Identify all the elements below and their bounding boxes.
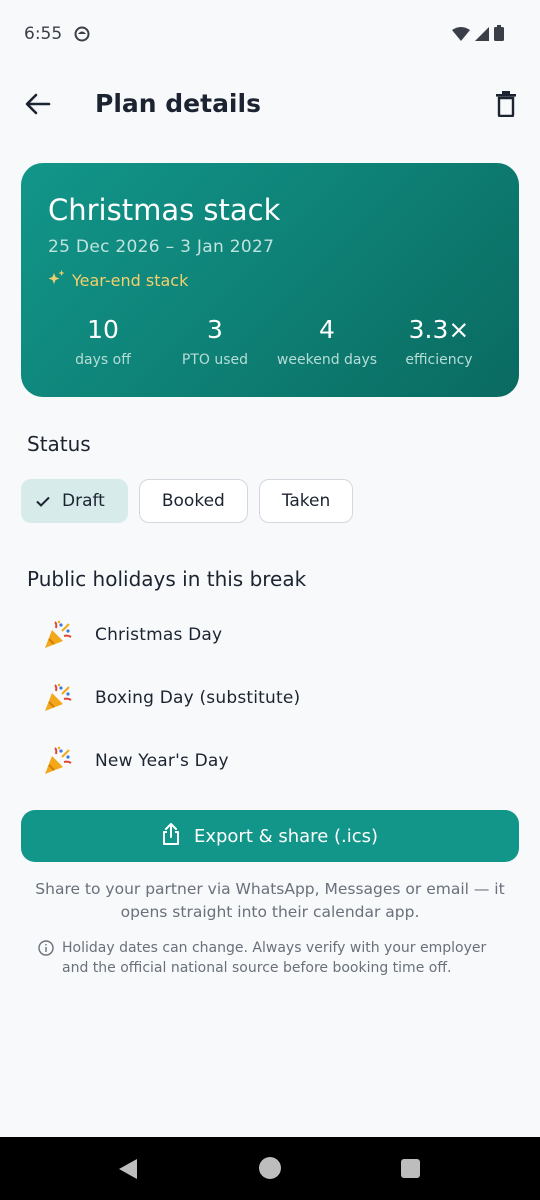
chip-label: Taken — [281, 491, 331, 511]
holidays-heading: Public holidays in this break — [27, 567, 307, 591]
stat-value: 3.3× — [408, 315, 470, 344]
disclaimer-text: Holiday dates can change. Always verify … — [62, 940, 487, 976]
share-note: Share to your partner via WhatsApp, Mess… — [35, 880, 505, 921]
stat-efficiency: 3.3× efficiency — [383, 315, 495, 368]
chip-label: Booked — [161, 491, 225, 511]
stat-label: efficiency — [405, 352, 473, 368]
notification-face-icon — [74, 26, 90, 46]
battery-icon — [494, 25, 504, 45]
export-button-label: Export & share (.ics) — [193, 825, 379, 847]
status-chip-taken[interactable]: Taken — [258, 479, 354, 523]
status-chip-group: Draft Booked Taken — [21, 479, 354, 523]
stat-weekend-days: 4 weekend days — [271, 315, 383, 368]
disclaimer: Holiday dates can change. Always verify … — [38, 938, 508, 978]
app-bar: Plan details — [0, 70, 540, 140]
holiday-item: New Year's Day — [42, 741, 229, 781]
delete-button[interactable] — [486, 86, 526, 126]
back-button[interactable] — [18, 88, 58, 124]
party-popper-icon — [42, 619, 74, 651]
sparkle-icon — [48, 270, 66, 290]
holiday-item: Christmas Day — [42, 615, 222, 655]
chip-label: Draft — [62, 491, 105, 511]
arrow-back-icon — [25, 93, 51, 119]
holiday-name: Boxing Day (substitute) — [95, 688, 301, 708]
plan-tag-label: Year-end stack — [72, 270, 189, 290]
status-time: 6:55 — [24, 24, 63, 44]
stat-value: 10 — [87, 315, 119, 344]
signal-icon — [475, 26, 489, 45]
plan-date-range: 25 Dec 2026 – 3 Jan 2027 — [48, 237, 275, 257]
plan-tag: Year-end stack — [48, 270, 188, 290]
stat-days-off: 10 days off — [47, 315, 159, 368]
nav-home-button[interactable] — [259, 1157, 281, 1179]
holiday-name: Christmas Day — [95, 625, 223, 645]
status-icons — [452, 25, 504, 45]
share-icon — [162, 822, 180, 850]
nav-back-button[interactable] — [118, 1158, 138, 1184]
system-nav-bar — [0, 1137, 540, 1200]
stat-pto-used: 3 PTO used — [159, 315, 271, 368]
nav-recents-button[interactable] — [401, 1159, 420, 1178]
export-share-button[interactable]: Export & share (.ics) — [21, 810, 519, 862]
plan-stats: 10 days off 3 PTO used 4 weekend days 3.… — [21, 315, 519, 368]
info-icon — [38, 940, 54, 978]
status-heading: Status — [27, 432, 91, 456]
stat-label: PTO used — [181, 352, 249, 368]
check-icon — [36, 496, 50, 507]
stat-label: weekend days — [276, 352, 378, 368]
stat-value: 3 — [207, 315, 223, 344]
plan-name: Christmas stack — [48, 193, 281, 227]
status-chip-draft[interactable]: Draft — [21, 479, 128, 523]
status-bar: 6:55 — [0, 0, 540, 70]
page-title: Plan details — [95, 89, 261, 118]
party-popper-icon — [42, 682, 74, 714]
wifi-icon — [452, 26, 470, 45]
party-popper-icon — [42, 745, 74, 777]
plan-summary-card: Christmas stack 25 Dec 2026 – 3 Jan 2027… — [21, 163, 519, 397]
stat-label: days off — [75, 352, 131, 368]
holiday-item: Boxing Day (substitute) — [42, 678, 300, 718]
status-chip-booked[interactable]: Booked — [138, 479, 248, 523]
stat-value: 4 — [319, 315, 335, 344]
trash-icon — [496, 91, 516, 121]
holiday-name: New Year's Day — [95, 751, 229, 771]
